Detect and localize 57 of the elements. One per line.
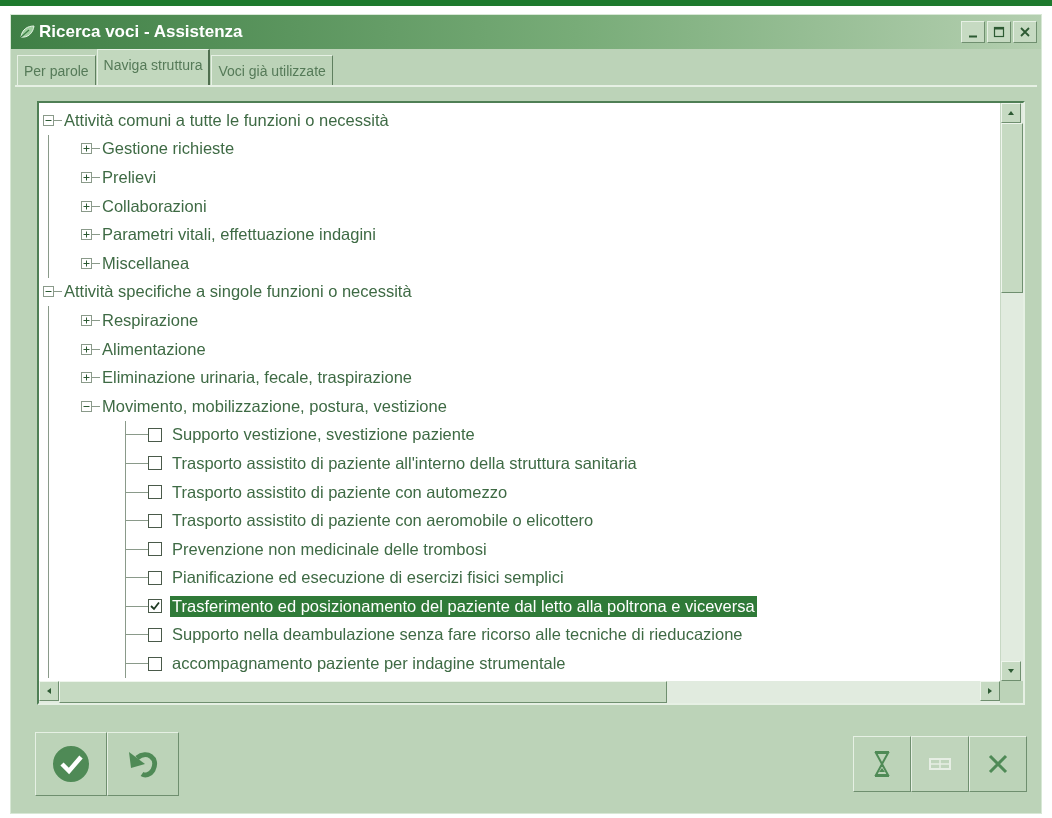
minimize-icon	[969, 35, 977, 38]
expand-icon[interactable]	[81, 343, 92, 355]
tree-item[interactable]: Trasporto assistito di paziente all'interno della struttura sanitaria	[170, 452, 639, 474]
tree-item[interactable]: Supporto vestizione, svestizione paziente	[170, 424, 477, 446]
expand-icon[interactable]	[81, 172, 92, 183]
tree-item[interactable]: Eliminazione urinaria, fecale, traspirazione	[100, 367, 414, 389]
tab[interactable]: Naviga struttura	[96, 49, 211, 85]
vertical-scrollbar[interactable]	[1000, 103, 1023, 681]
tree-item[interactable]: accompagnamento paziente per indagine strumentale	[170, 653, 568, 675]
tree-item[interactable]: Supporto nella deambulazione senza fare ricorso alle tecniche di rieducazione	[170, 624, 745, 646]
tree-item[interactable]: Prelievi	[100, 167, 159, 188]
checkbox[interactable]	[148, 456, 162, 471]
collapse-icon[interactable]	[43, 286, 54, 298]
tree-item[interactable]: Respirazione	[100, 309, 201, 331]
expand-icon[interactable]	[81, 257, 92, 269]
tree-item[interactable]: Miscellanea	[100, 252, 192, 274]
close-icon	[1019, 26, 1031, 38]
tree-item[interactable]: Gestione richieste	[100, 138, 237, 160]
tree-item[interactable]: Attività comuni a tutte le funzioni o necessità	[62, 109, 391, 131]
close-button[interactable]	[1013, 21, 1037, 43]
tree-item[interactable]: Pianificazione ed esecuzione di esercizi fisici semplici	[170, 567, 566, 589]
window-title: Ricerca voci - Assistenza	[39, 22, 244, 42]
undo-button[interactable]	[107, 732, 179, 796]
checkbox[interactable]	[148, 599, 162, 614]
checkbox[interactable]	[148, 427, 162, 442]
collapse-icon[interactable]	[81, 400, 92, 412]
expand-icon[interactable]	[81, 200, 92, 212]
hourglass-button[interactable]	[853, 736, 911, 792]
check-icon	[51, 744, 91, 784]
collapse-icon[interactable]	[43, 114, 54, 126]
tree-item[interactable]: Trasporto assistito di paziente con aeromobile o elicottero	[170, 510, 596, 532]
tree-item[interactable]: Attività specifiche a singole funzioni o necessità	[62, 281, 414, 303]
check-button[interactable]	[35, 732, 107, 796]
tree-item[interactable]: Parametri vitali, effettuazione indagini	[100, 224, 378, 246]
tree-item[interactable]: Movimento, mobilizzazione, postura, vestizione	[100, 395, 449, 417]
leaf-icon	[19, 24, 35, 40]
checkbox[interactable]	[148, 656, 162, 671]
checkbox[interactable]	[148, 485, 162, 499]
expand-icon[interactable]	[81, 372, 92, 384]
tree-item[interactable]: Trasporto assistito di paziente con automezzo	[170, 481, 510, 503]
expand-icon[interactable]	[81, 229, 92, 241]
maximize-button[interactable]	[987, 21, 1011, 43]
tree-item[interactable]: Prevenzione non medicinale delle trombosi	[170, 538, 489, 560]
close-button[interactable]	[969, 736, 1027, 792]
tree-item[interactable]: Alimentazione	[100, 338, 208, 360]
checkbox[interactable]	[148, 542, 162, 557]
checkbox[interactable]	[148, 570, 162, 585]
minimize-button[interactable]	[961, 21, 985, 43]
maximize-icon	[993, 26, 1005, 38]
checkbox[interactable]	[148, 628, 162, 642]
horizontal-scrollbar[interactable]	[39, 681, 1000, 703]
expand-icon[interactable]	[81, 314, 92, 326]
tree-item[interactable]: Collaborazioni	[100, 195, 209, 217]
checkbox[interactable]	[148, 513, 162, 528]
scrollbar-corner	[1000, 681, 1023, 703]
expand-icon[interactable]	[81, 143, 92, 155]
tree-item[interactable]: Trasferimento ed posizionamento del paziente dal letto alla poltrona e viceversa	[170, 595, 757, 617]
